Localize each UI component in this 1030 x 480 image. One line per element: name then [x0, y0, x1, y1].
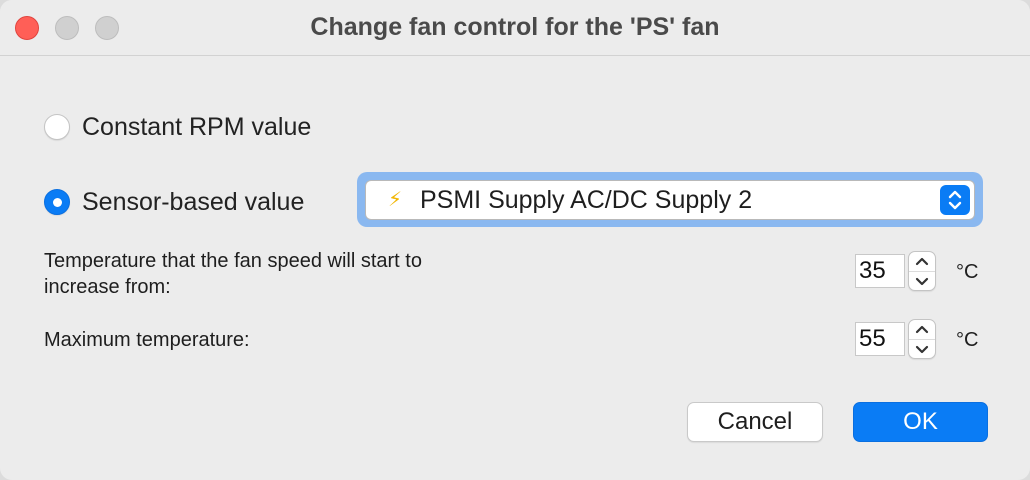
window-title: Change fan control for the 'PS' fan	[310, 13, 720, 41]
sensor-select-value: PSMI Supply AC/DC Supply 2	[420, 186, 753, 214]
start-temperature-input[interactable]: 35	[855, 254, 905, 288]
max-temperature-label: Maximum temperature:	[44, 329, 250, 351]
cancel-button[interactable]: Cancel	[687, 402, 823, 442]
sensor-based-radio[interactable]	[44, 189, 70, 215]
sensor-based-label[interactable]: Sensor-based value	[82, 188, 304, 217]
dialog-window: Change fan control for the 'PS' fan Cons…	[0, 0, 1030, 480]
start-temperature-unit: °C	[956, 261, 979, 283]
start-temperature-label-line1: Temperature that the fan speed will star…	[44, 250, 422, 272]
radio-selected-dot	[53, 198, 62, 207]
constant-rpm-option[interactable]: Constant RPM value	[44, 112, 311, 142]
max-temperature-increment[interactable]	[909, 320, 935, 339]
max-temperature-stepper[interactable]	[908, 319, 936, 359]
max-temperature-unit: °C	[956, 329, 979, 351]
select-arrows-icon[interactable]	[940, 185, 970, 215]
start-temperature-increment[interactable]	[909, 252, 935, 271]
start-temperature-decrement[interactable]	[909, 272, 935, 291]
start-temperature-label: Temperature that the fan speed will star…	[44, 248, 422, 300]
max-temperature-input[interactable]: 55	[855, 322, 905, 356]
sensor-based-option[interactable]: Sensor-based value	[44, 187, 304, 217]
start-temperature-stepper[interactable]	[908, 251, 936, 291]
lightning-bolt-icon: ⚡	[388, 189, 403, 211]
sensor-select[interactable]: ⚡ PSMI Supply AC/DC Supply 2	[365, 180, 975, 220]
start-temperature-label-line2: increase from:	[44, 276, 171, 298]
constant-rpm-radio[interactable]	[44, 114, 70, 140]
constant-rpm-label[interactable]: Constant RPM value	[82, 113, 311, 142]
title-bar: Change fan control for the 'PS' fan	[0, 0, 1030, 56]
max-temperature-decrement[interactable]	[909, 340, 935, 359]
ok-button[interactable]: OK	[853, 402, 988, 442]
